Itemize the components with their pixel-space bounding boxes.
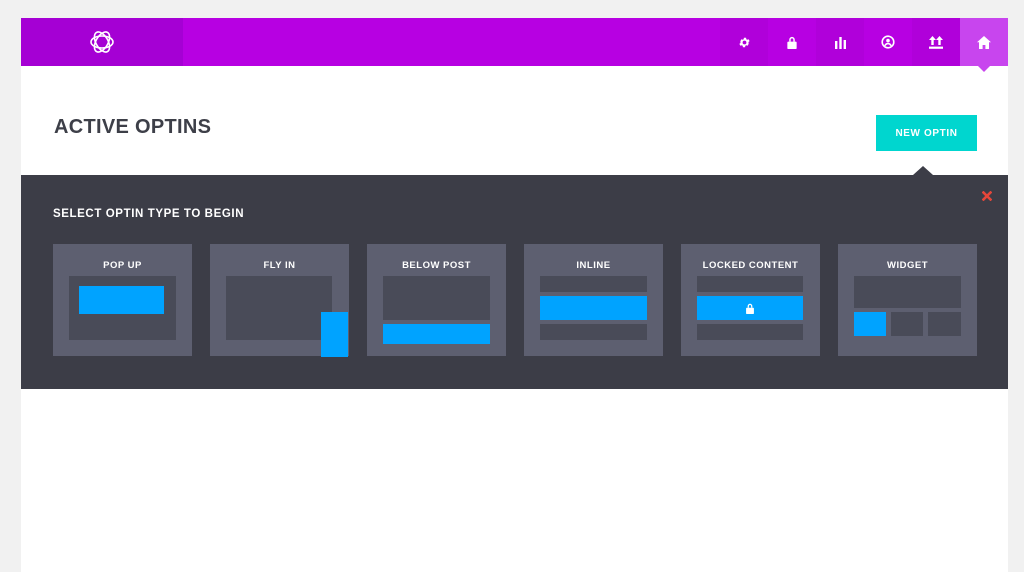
optin-card-widget[interactable]: WIDGET — [838, 244, 977, 356]
optin-card-popup[interactable]: POP UP — [53, 244, 192, 356]
widget-slot-preview — [891, 312, 923, 336]
nav-stats-button[interactable] — [816, 18, 864, 66]
page-title: ACTIVE OPTINS — [54, 116, 212, 138]
flyin-page-preview — [226, 276, 332, 340]
optin-card-below-post[interactable]: BELOW POST — [367, 244, 506, 356]
optin-card-locked-content[interactable]: LOCKED CONTENT — [681, 244, 820, 356]
header-nav — [720, 18, 1008, 66]
inline-text-preview — [540, 324, 647, 340]
close-icon — [982, 191, 992, 201]
lock-icon — [787, 36, 797, 49]
lock-icon — [746, 303, 754, 314]
below-post-content-preview — [383, 276, 490, 320]
below-post-box-preview — [383, 324, 490, 344]
gear-icon — [738, 37, 750, 47]
nav-settings-button[interactable] — [720, 18, 768, 66]
user-circle-icon — [881, 35, 895, 49]
import-export-icon — [929, 35, 943, 49]
widget-content-preview — [854, 276, 961, 308]
top-bar — [21, 18, 1008, 66]
optin-card-label: FLY IN — [263, 260, 296, 271]
flyin-box-preview — [321, 312, 348, 357]
widget-slot-preview — [928, 312, 961, 336]
bloom-logo-icon — [90, 31, 114, 53]
optin-card-label: INLINE — [576, 260, 611, 271]
optin-card-label: WIDGET — [887, 260, 928, 271]
locked-box-preview — [697, 296, 803, 320]
optin-card-flyin[interactable]: FLY IN — [210, 244, 349, 357]
inline-box-preview — [540, 296, 647, 320]
locked-text-preview — [697, 276, 803, 292]
popup-box-preview — [79, 286, 164, 314]
optin-type-panel: SELECT OPTIN TYPE TO BEGIN POP UP FLY IN… — [21, 166, 1008, 389]
close-panel-button[interactable] — [979, 188, 995, 204]
widget-box-preview — [854, 312, 886, 336]
panel-title: SELECT OPTIN TYPE TO BEGIN — [53, 208, 245, 220]
app-window: ACTIVE OPTINS NEW OPTIN SELECT OPTIN TYP… — [21, 18, 1008, 572]
nav-import-export-button[interactable] — [912, 18, 960, 66]
new-optin-button[interactable]: NEW OPTIN — [876, 115, 977, 151]
logo[interactable] — [21, 18, 183, 66]
nav-lock-button[interactable] — [768, 18, 816, 66]
nav-home-button[interactable] — [960, 18, 1008, 66]
optin-card-label: BELOW POST — [402, 260, 471, 271]
optin-card-label: LOCKED CONTENT — [702, 260, 799, 271]
optin-card-inline[interactable]: INLINE — [524, 244, 663, 356]
home-icon — [977, 35, 991, 49]
locked-text-preview — [697, 324, 803, 340]
optin-card-label: POP UP — [103, 260, 142, 271]
inline-text-preview — [540, 276, 647, 292]
bar-chart-icon — [834, 36, 846, 49]
nav-account-button[interactable] — [864, 18, 912, 66]
